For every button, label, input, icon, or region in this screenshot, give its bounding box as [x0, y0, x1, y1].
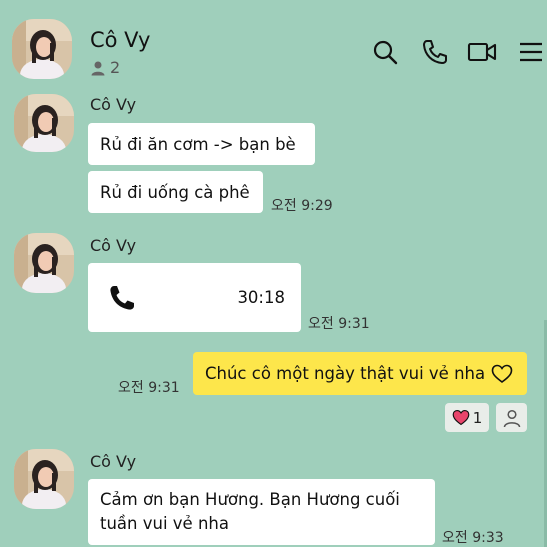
message-text: Rủ đi uống cà phê	[100, 182, 250, 202]
sender-name: Cô Vy	[90, 236, 137, 255]
person-icon	[91, 61, 105, 75]
message-time: 오전 9:29	[271, 198, 333, 214]
sender-name: Cô Vy	[90, 452, 137, 471]
message-text: Chúc cô một ngày thật vui vẻ nha	[205, 364, 486, 383]
phone-icon	[110, 285, 134, 310]
sender-avatar[interactable]	[14, 449, 74, 509]
person-outline-icon	[503, 409, 520, 427]
message-text-line: tuần vui vẻ nha	[100, 514, 229, 533]
message-time: 오전 9:33	[442, 530, 504, 546]
reaction-badge[interactable]: 1	[445, 403, 489, 432]
sender-avatar[interactable]	[14, 233, 74, 293]
read-member-button[interactable]	[496, 403, 527, 432]
member-count[interactable]: 2	[90, 58, 120, 77]
call-duration: 30:18	[237, 288, 285, 307]
message-text: Rủ đi ăn cơm -> bạn bè	[100, 134, 296, 154]
reaction-count: 1	[472, 408, 483, 427]
message-bubble[interactable]: Cảm ơn bạn Hương. Bạn Hương cuối tuần vu…	[88, 479, 435, 545]
message-time: 오전 9:31	[308, 316, 370, 332]
heart-outline-icon	[491, 364, 513, 383]
menu-icon[interactable]	[517, 38, 545, 66]
message-time: 오전 9:31	[118, 380, 180, 396]
call-bubble[interactable]: 30:18	[88, 263, 301, 332]
message-text-line: Cảm ơn bạn Hương. Bạn Hương cuối	[100, 490, 400, 509]
member-count-value: 2	[110, 58, 121, 77]
heart-icon	[452, 409, 470, 426]
outgoing-message-bubble[interactable]: Chúc cô một ngày thật vui vẻ nha	[193, 352, 527, 395]
search-icon[interactable]	[371, 38, 399, 66]
header-avatar[interactable]	[12, 19, 72, 79]
message-bubble[interactable]: Rủ đi uống cà phê	[88, 171, 263, 213]
sender-name: Cô Vy	[90, 95, 137, 114]
sender-avatar[interactable]	[14, 94, 74, 152]
chat-title: Cô Vy	[90, 28, 151, 52]
video-icon[interactable]	[467, 38, 497, 66]
message-bubble[interactable]: Rủ đi ăn cơm -> bạn bè	[88, 123, 315, 165]
phone-icon[interactable]	[421, 38, 449, 66]
